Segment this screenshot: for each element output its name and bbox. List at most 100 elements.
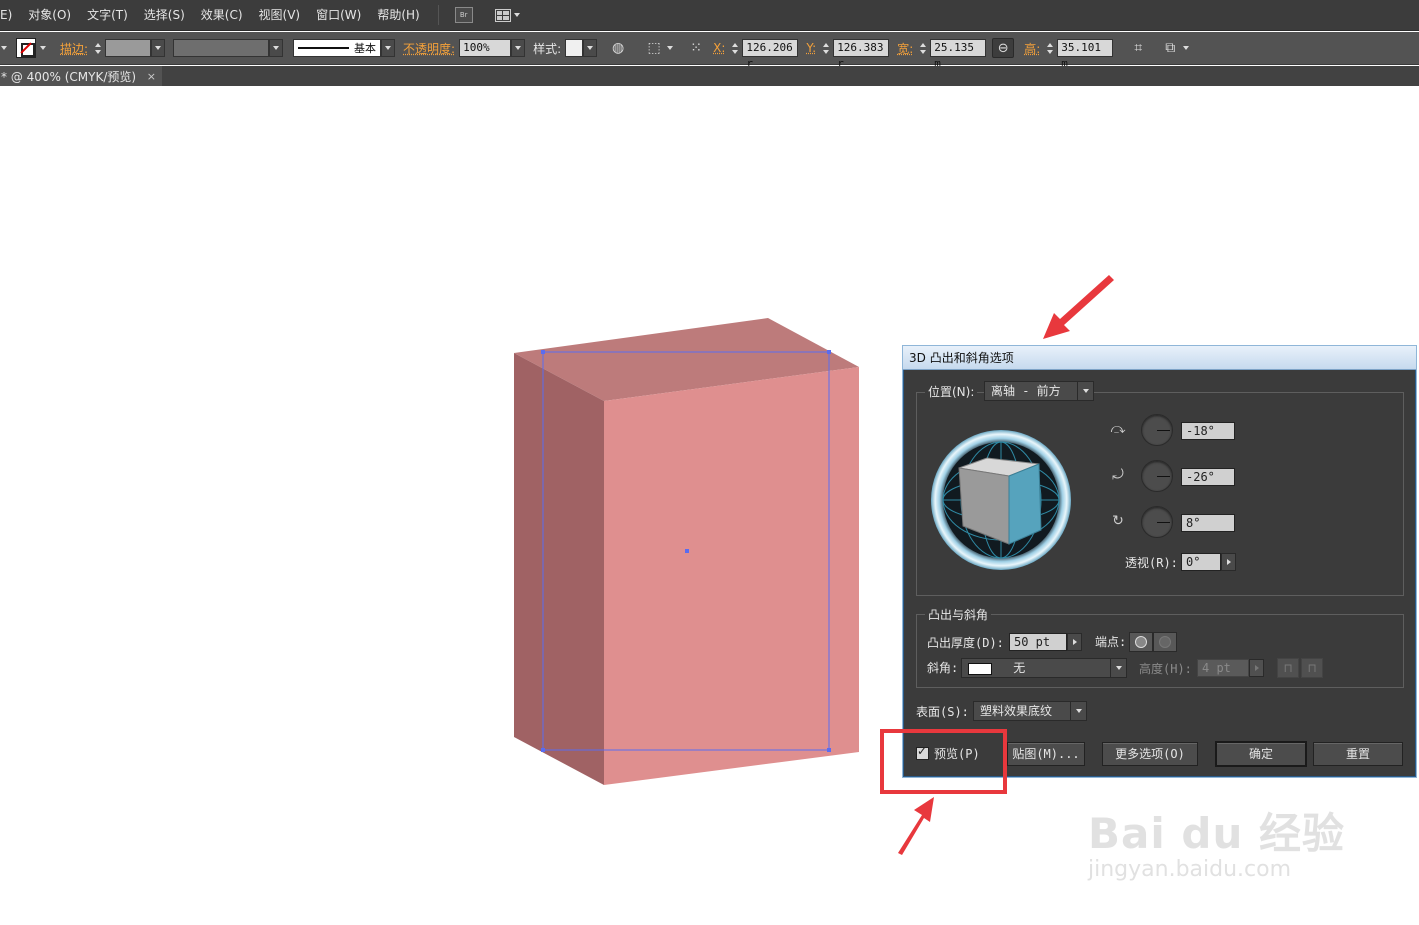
preview-label[interactable]: 预览(P) bbox=[934, 745, 980, 762]
close-tab-icon[interactable]: × bbox=[147, 70, 156, 83]
menu-object[interactable]: 对象(O) bbox=[20, 0, 79, 31]
extrude-bevel-dialog: 3D 凸出和斜角选项 位置(N): 离轴 - 前方 ⤼ -18° ⤾ -26° … bbox=[902, 345, 1417, 778]
align-to-icon[interactable]: ⬚ bbox=[645, 39, 663, 57]
bevel-in-icon[interactable]: ⊓ bbox=[1301, 658, 1323, 678]
surface-select[interactable]: 塑料效果底纹 bbox=[973, 701, 1087, 721]
perspective-slider-button[interactable] bbox=[1221, 553, 1236, 571]
x-rotation-field[interactable]: -18° bbox=[1181, 422, 1235, 440]
bevel-preview-icon bbox=[968, 662, 992, 675]
box-front-face[interactable] bbox=[604, 367, 859, 785]
y-label: Y: bbox=[806, 41, 817, 55]
more-options-dropdown-icon[interactable] bbox=[1183, 46, 1190, 50]
surface-select-value: 塑料效果底纹 bbox=[980, 704, 1053, 718]
selection-handle[interactable] bbox=[541, 748, 545, 752]
opacity-field[interactable]: 100% bbox=[459, 39, 512, 57]
reset-button[interactable]: 重置 bbox=[1313, 742, 1403, 766]
layout-grid-icon bbox=[494, 8, 511, 22]
z-rotation-field[interactable]: 8° bbox=[1181, 514, 1235, 532]
extrude-bevel-label: 凸出与斜角 bbox=[925, 606, 992, 623]
opacity-dropdown[interactable] bbox=[511, 39, 526, 57]
menu-window[interactable]: 窗口(W) bbox=[308, 0, 369, 31]
width-stepper[interactable] bbox=[917, 39, 928, 57]
reference-point-icon[interactable]: ⁙ bbox=[687, 39, 705, 57]
bevel-select[interactable]: 无 bbox=[961, 658, 1127, 678]
selection-handle[interactable] bbox=[541, 350, 545, 354]
map-art-button[interactable]: 贴图(M)... bbox=[1007, 742, 1085, 766]
workspace-layout-button[interactable] bbox=[494, 8, 520, 22]
chevron-down-icon bbox=[1077, 382, 1093, 400]
menu-type[interactable]: 文字(T) bbox=[79, 0, 136, 31]
style-label: 样式: bbox=[533, 41, 562, 56]
more-options-button[interactable]: 更多选项(O) bbox=[1102, 742, 1198, 766]
extrude-depth-field[interactable]: 50 pt bbox=[1009, 633, 1067, 651]
brush-name: 基本 bbox=[354, 42, 377, 55]
constrain-proportions-link-icon[interactable]: ⊖ bbox=[992, 38, 1015, 58]
bevel-height-slider-button[interactable] bbox=[1249, 659, 1264, 677]
height-stepper[interactable] bbox=[1044, 39, 1055, 57]
bevel-select-value: 无 bbox=[1013, 661, 1026, 675]
selection-center-point bbox=[685, 549, 689, 553]
menu-select[interactable]: 选择(S) bbox=[136, 0, 193, 31]
position-select[interactable]: 离轴 - 前方 bbox=[984, 381, 1094, 401]
x-field[interactable]: 126.206 r bbox=[742, 39, 799, 70]
document-tab-bar: * @ 400% (CMYK/预览) × bbox=[0, 66, 1419, 86]
x-stepper[interactable] bbox=[729, 39, 740, 57]
align-dropdown-icon[interactable] bbox=[667, 46, 674, 50]
document-tab[interactable]: * @ 400% (CMYK/预览) × bbox=[0, 66, 162, 86]
opacity-label[interactable]: 不透明度: bbox=[403, 40, 455, 57]
baidu-watermark: Bai du 经验 jingyan.baidu.com bbox=[1088, 800, 1345, 882]
x-rotation-knob[interactable] bbox=[1141, 414, 1173, 446]
dialog-title[interactable]: 3D 凸出和斜角选项 bbox=[903, 346, 1416, 370]
stroke-weight-dropdown[interactable] bbox=[151, 39, 166, 57]
width-field[interactable]: 25.135 m bbox=[930, 39, 987, 70]
y-stepper[interactable] bbox=[820, 39, 831, 57]
stroke-swatch-dropdown[interactable] bbox=[36, 39, 50, 57]
isolate-icon[interactable]: ⧉ bbox=[1161, 39, 1179, 57]
y-rotation-knob[interactable] bbox=[1141, 460, 1173, 492]
bevel-out-icon[interactable]: ⊓ bbox=[1277, 658, 1299, 678]
y-axis-rotate-icon: ⤾ bbox=[1112, 467, 1124, 483]
y-field[interactable]: 126.383 r bbox=[833, 39, 890, 70]
extrude-depth-slider-button[interactable] bbox=[1067, 633, 1082, 651]
stroke-swatch-icon[interactable] bbox=[16, 38, 36, 58]
stroke-label[interactable]: 描边: bbox=[60, 40, 88, 57]
brush-dropdown[interactable] bbox=[381, 39, 396, 57]
style-dropdown[interactable] bbox=[583, 39, 598, 57]
position-label: 位置(N): bbox=[925, 383, 978, 400]
stroke-weight-field[interactable] bbox=[105, 39, 152, 57]
style-swatch[interactable] bbox=[565, 39, 584, 57]
ok-button[interactable]: 确定 bbox=[1215, 741, 1307, 767]
selection-handle[interactable] bbox=[827, 350, 831, 354]
cap-on-button[interactable] bbox=[1129, 632, 1153, 652]
width-label: 宽: bbox=[897, 41, 914, 56]
variable-width-dropdown[interactable] bbox=[269, 39, 284, 57]
variable-width-field[interactable] bbox=[173, 39, 270, 57]
menu-view[interactable]: 视图(V) bbox=[251, 0, 309, 31]
brush-definition-field[interactable]: 基本 bbox=[293, 39, 382, 57]
y-rotation-field[interactable]: -26° bbox=[1181, 468, 1235, 486]
transform-icon[interactable]: ⌗ bbox=[1129, 39, 1147, 57]
rotation-trackball[interactable] bbox=[929, 416, 1073, 584]
line-preview bbox=[298, 47, 350, 49]
perspective-field[interactable]: 0° bbox=[1181, 553, 1221, 571]
stroke-weight-stepper[interactable] bbox=[92, 39, 103, 57]
perspective-label: 透视(R): bbox=[1125, 556, 1178, 570]
x-axis-rotate-icon: ⤼ bbox=[1110, 421, 1126, 437]
menu-help[interactable]: 帮助(H) bbox=[369, 0, 427, 31]
fill-dropdown-arrow[interactable] bbox=[0, 39, 8, 57]
z-axis-rotate-icon: ↻ bbox=[1112, 513, 1124, 529]
z-rotation-knob[interactable] bbox=[1141, 506, 1173, 538]
box-side-face[interactable] bbox=[514, 353, 604, 785]
position-select-value: 离轴 - 前方 bbox=[991, 384, 1061, 398]
cap-off-button[interactable] bbox=[1153, 632, 1177, 652]
selection-handle[interactable] bbox=[827, 748, 831, 752]
bevel-label: 斜角: bbox=[927, 661, 959, 675]
menu-effect[interactable]: 效果(C) bbox=[193, 0, 251, 31]
cube-front-face bbox=[1008, 463, 1042, 545]
bridge-button[interactable]: Br bbox=[454, 7, 473, 23]
menu-edit[interactable]: E) bbox=[0, 0, 20, 31]
recolor-icon[interactable]: ◍ bbox=[609, 39, 627, 57]
preview-checkbox[interactable] bbox=[916, 744, 929, 760]
height-field[interactable]: 35.101 m bbox=[1057, 39, 1114, 70]
bevel-height-field[interactable]: 4 pt bbox=[1197, 659, 1249, 677]
